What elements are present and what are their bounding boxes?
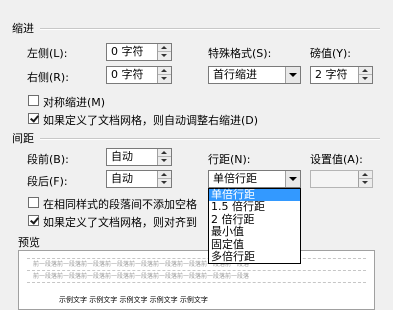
left-indent-spinner[interactable]: 0 字符 bbox=[106, 43, 172, 61]
spacing-section-title: 间距 bbox=[12, 132, 34, 145]
spin-up-icon[interactable] bbox=[158, 67, 171, 75]
spin-up-icon[interactable] bbox=[359, 171, 372, 179]
line-spacing-label: 行距(N): bbox=[208, 153, 251, 166]
line-spacing-option[interactable]: 多倍行距 bbox=[209, 250, 300, 263]
space-before-spinner[interactable]: 自动 bbox=[106, 148, 172, 166]
at-value-spin-buttons[interactable] bbox=[358, 171, 372, 187]
spin-down-icon[interactable] bbox=[158, 75, 171, 83]
line-spacing-value: 单倍行距 bbox=[213, 172, 257, 185]
spin-up-icon[interactable] bbox=[158, 171, 171, 179]
space-before-spin-buttons[interactable] bbox=[157, 149, 171, 165]
space-after-spinner[interactable]: 自动 bbox=[106, 170, 172, 188]
preview-rule bbox=[27, 282, 366, 284]
space-before-label: 段前(B): bbox=[27, 153, 69, 166]
line-spacing-option[interactable]: 1.5 倍行距 bbox=[209, 200, 300, 213]
space-after-value: 自动 bbox=[111, 172, 133, 185]
line-spacing-select[interactable]: 单倍行距 bbox=[208, 170, 301, 188]
right-indent-label: 右侧(R): bbox=[27, 71, 69, 84]
no-space-same-style-checkbox[interactable] bbox=[28, 197, 39, 208]
special-format-label: 特殊格式(S): bbox=[208, 47, 272, 60]
chevron-down-icon[interactable] bbox=[285, 67, 300, 83]
snap-to-grid-checkbox[interactable] bbox=[28, 215, 39, 226]
space-before-value: 自动 bbox=[111, 150, 133, 163]
preview-sample-text: 示例文字 示例文字 示例文字 示例文字 示例文字 bbox=[59, 296, 208, 304]
space-after-spin-buttons[interactable] bbox=[157, 171, 171, 187]
spin-up-icon[interactable] bbox=[158, 149, 171, 157]
by-value-spinner[interactable]: 2 字符 bbox=[310, 66, 373, 84]
line-spacing-dropdown-list[interactable]: 单倍行距 1.5 倍行距 2 倍行距 最小值 固定值 多倍行距 bbox=[208, 188, 301, 264]
spin-down-icon[interactable] bbox=[158, 179, 171, 187]
by-value-value: 2 字符 bbox=[315, 68, 348, 81]
right-indent-value: 0 字符 bbox=[111, 68, 144, 81]
left-indent-value: 0 字符 bbox=[111, 45, 144, 58]
right-indent-spin-buttons[interactable] bbox=[157, 67, 171, 83]
auto-right-indent-checkbox[interactable] bbox=[28, 113, 39, 124]
special-format-select[interactable]: 首行缩进 bbox=[208, 66, 301, 84]
spin-down-icon[interactable] bbox=[158, 52, 171, 60]
auto-right-indent-label: 如果定义了文档网格，则自动调整右缩进(D) bbox=[43, 114, 259, 127]
line-spacing-option[interactable]: 最小值 bbox=[209, 225, 300, 238]
mirror-indents-label: 对称缩进(M) bbox=[43, 96, 106, 109]
preview-section-title: 预览 bbox=[18, 236, 40, 249]
spacing-divider bbox=[40, 138, 380, 140]
right-indent-spinner[interactable]: 0 字符 bbox=[106, 66, 172, 84]
preview-pane: 前一段落前一段落前一段落前一段落前一段落前一段落前一段落前一段落前一段落 前一段… bbox=[18, 250, 375, 310]
space-after-label: 段后(F): bbox=[27, 175, 68, 188]
left-indent-label: 左侧(L): bbox=[27, 47, 68, 60]
at-value-spinner[interactable] bbox=[310, 170, 373, 188]
by-value-label: 磅值(Y): bbox=[310, 47, 352, 60]
spin-down-icon[interactable] bbox=[158, 157, 171, 165]
indent-divider bbox=[40, 28, 380, 30]
spin-down-icon[interactable] bbox=[359, 75, 372, 83]
at-value-label: 设置值(A): bbox=[310, 153, 363, 166]
preview-previous-paragraph: 前一段落前一段落前一段落前一段落前一段落前一段落前一段落前一段落前一段落 bbox=[33, 273, 250, 280]
by-value-spin-buttons[interactable] bbox=[358, 67, 372, 83]
spin-up-icon[interactable] bbox=[359, 67, 372, 75]
indent-section-title: 缩进 bbox=[12, 22, 34, 35]
left-indent-spin-buttons[interactable] bbox=[157, 44, 171, 60]
spin-down-icon[interactable] bbox=[359, 179, 372, 187]
mirror-indents-checkbox[interactable] bbox=[28, 95, 39, 106]
special-format-value: 首行缩进 bbox=[213, 68, 257, 81]
spin-up-icon[interactable] bbox=[158, 44, 171, 52]
no-space-same-style-label: 在相同样式的段落间不添加空格 bbox=[43, 198, 197, 211]
snap-to-grid-label: 如果定义了文档网格，则对齐到 bbox=[43, 216, 197, 229]
chevron-down-icon[interactable] bbox=[285, 171, 300, 187]
